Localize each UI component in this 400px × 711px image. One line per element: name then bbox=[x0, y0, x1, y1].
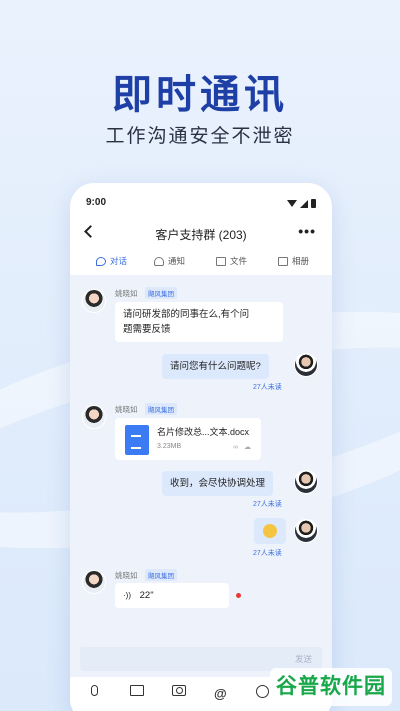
avatar[interactable] bbox=[82, 570, 106, 594]
chat-tabs: 对话 通知 文件 相册 bbox=[70, 255, 332, 273]
phone-mockup: 9:00 客户支持群 (203) ••• 对话 通知 文件 相册 姚晓如 飓风集… bbox=[70, 183, 332, 711]
file-size: 3.23MB bbox=[157, 443, 182, 450]
org-tag: 飓风集团 bbox=[145, 403, 177, 415]
tab-label: 对话 bbox=[110, 256, 128, 266]
status-icons bbox=[287, 199, 316, 208]
tab-chat[interactable]: 对话 bbox=[96, 255, 127, 267]
message-text: 收到，会尽快协调处理 bbox=[170, 478, 266, 489]
sender-name: 姚晓如 bbox=[115, 289, 138, 298]
unread-indicator bbox=[236, 593, 241, 598]
file-actions-icon[interactable]: ∞ ☁ bbox=[233, 443, 253, 451]
sender-name: 姚晓如 bbox=[115, 405, 138, 414]
watermark-logo: 谷普软件园 bbox=[270, 668, 392, 706]
message-text: 请问研发部的同事在么,有个问 bbox=[123, 309, 250, 320]
file-attachment[interactable]: 名片修改总...文本.docx 3.23MB ∞ ☁ bbox=[115, 418, 261, 460]
more-options-icon[interactable]: ••• bbox=[298, 223, 316, 239]
photo-icon bbox=[278, 256, 288, 266]
message-list[interactable]: 姚晓如 飓风集团 请问研发部的同事在么,有个问 题需要反馈 请问您有什么问题呢?… bbox=[70, 275, 332, 647]
nav-bar: 客户支持群 (203) ••• bbox=[70, 223, 332, 247]
wifi-icon bbox=[287, 200, 297, 207]
file-name: 名片修改总...文本.docx bbox=[157, 427, 250, 437]
message-bubble[interactable]: 请问研发部的同事在么,有个问 题需要反馈 bbox=[115, 302, 283, 342]
smile-emoji-icon bbox=[263, 524, 277, 539]
mic-icon[interactable] bbox=[88, 685, 102, 699]
message-bubble[interactable]: 收到，会尽快协调处理 bbox=[162, 471, 274, 496]
at-icon[interactable]: @ bbox=[214, 685, 228, 701]
tab-label: 通知 bbox=[168, 256, 186, 266]
status-time: 9:00 bbox=[86, 197, 107, 208]
message-text: 题需要反馈 bbox=[123, 324, 171, 335]
camera-icon[interactable] bbox=[172, 685, 186, 699]
read-receipt[interactable]: 27人未读 bbox=[253, 499, 282, 509]
status-bar: 9:00 bbox=[86, 197, 316, 213]
hero-title: 即时通讯 bbox=[112, 73, 288, 117]
avatar[interactable] bbox=[294, 519, 318, 543]
send-button[interactable]: 发送 bbox=[295, 653, 312, 665]
org-tag: 飓风集团 bbox=[145, 569, 177, 581]
voice-message[interactable]: ·)) 22" bbox=[115, 583, 229, 608]
tab-album[interactable]: 相册 bbox=[278, 255, 309, 267]
read-receipt[interactable]: 27人未读 bbox=[253, 382, 282, 392]
folder-icon bbox=[216, 256, 226, 266]
chat-bubble-icon bbox=[96, 256, 106, 266]
hero-subtitle: 工作沟通安全不泄密 bbox=[105, 126, 295, 147]
avatar[interactable] bbox=[294, 470, 318, 494]
avatar[interactable] bbox=[82, 289, 106, 313]
emoji-icon[interactable] bbox=[256, 685, 270, 699]
avatar[interactable] bbox=[82, 405, 106, 429]
tab-label: 文件 bbox=[230, 256, 248, 266]
tab-files[interactable]: 文件 bbox=[216, 255, 247, 267]
signal-icon bbox=[300, 199, 308, 208]
read-receipt[interactable]: 27人未读 bbox=[253, 548, 282, 558]
battery-icon bbox=[311, 199, 316, 208]
image-icon[interactable] bbox=[130, 685, 144, 699]
avatar[interactable] bbox=[294, 353, 318, 377]
group-title: 客户支持群 (203) bbox=[155, 228, 247, 242]
voice-wave-icon: ·)) bbox=[123, 591, 131, 600]
message-bubble[interactable]: 请问您有什么问题呢? bbox=[162, 354, 269, 379]
message-bubble[interactable] bbox=[254, 518, 286, 544]
voice-duration: 22" bbox=[139, 590, 154, 601]
tab-label: 相册 bbox=[292, 256, 310, 266]
tab-notice[interactable]: 通知 bbox=[154, 255, 185, 267]
bell-icon bbox=[154, 256, 164, 266]
message-text: 请问您有什么问题呢? bbox=[170, 361, 261, 372]
org-tag: 飓风集团 bbox=[145, 287, 177, 299]
sender-name: 姚晓如 bbox=[115, 571, 138, 580]
document-icon bbox=[125, 425, 149, 455]
